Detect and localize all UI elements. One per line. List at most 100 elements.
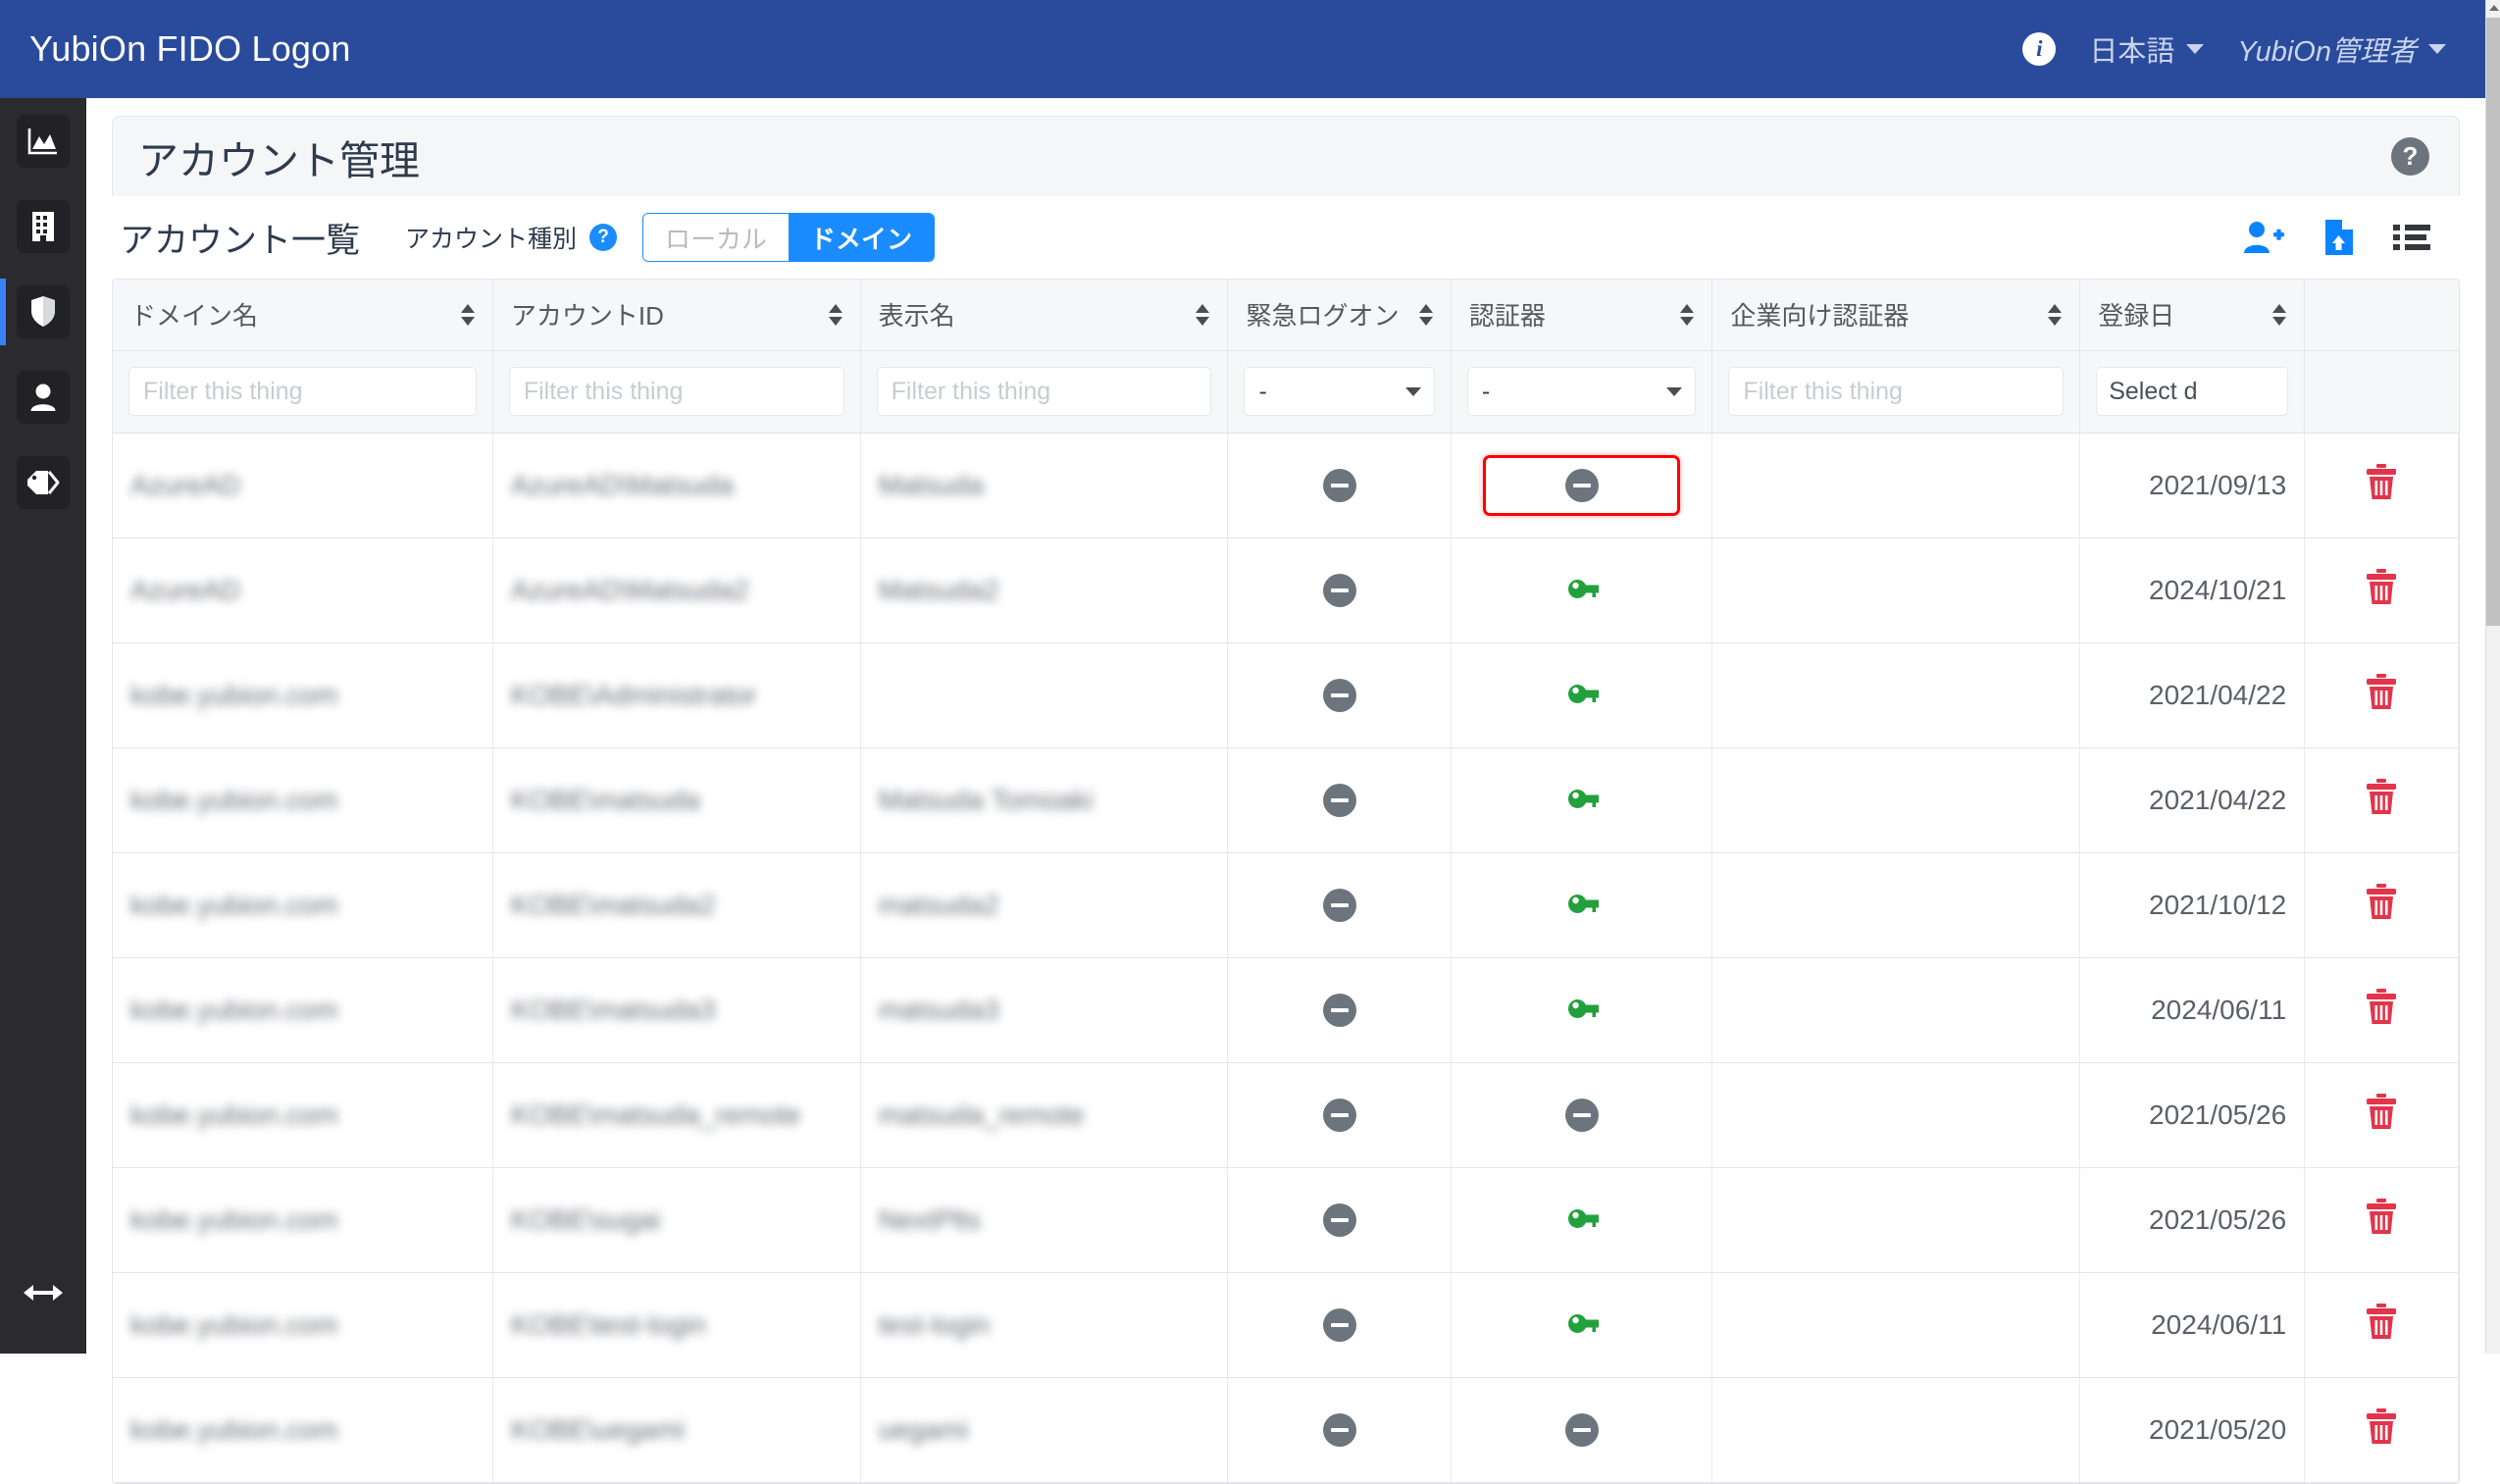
table-row[interactable]: kobe.yubion.com KOBE\matsuda Matsuda Tomoa… (113, 747, 2459, 853)
scrollbar-thumb[interactable] (2486, 18, 2500, 626)
cell-authenticator[interactable] (1451, 1272, 1713, 1378)
table-row[interactable]: AzureAD AzureAD\Matsuda2 Matsuda2 2024/10/2… (113, 537, 2459, 643)
sidebar-item-security[interactable] (0, 269, 86, 354)
emergency-logon-indicator[interactable] (1246, 643, 1432, 747)
cell-authenticator[interactable] (1451, 1167, 1713, 1273)
cell-delete[interactable] (2304, 1377, 2459, 1483)
delete-row-button[interactable] (2365, 1199, 2398, 1241)
column-header-display-name[interactable]: 表示名 (860, 280, 1229, 351)
cell-emergency-logon[interactable] (1227, 1062, 1452, 1168)
emergency-logon-indicator[interactable] (1246, 434, 1432, 537)
account-type-help-icon[interactable]: ? (589, 224, 618, 251)
cell-authenticator[interactable] (1451, 957, 1713, 1063)
column-header-domain[interactable]: ドメイン名 (113, 280, 493, 351)
filter-date-registration-date[interactable]: Select d (2096, 367, 2289, 416)
cell-delete[interactable] (2304, 852, 2459, 958)
sort-arrows-icon[interactable] (828, 303, 842, 326)
delete-row-button[interactable] (2365, 1094, 2398, 1136)
delete-row-button[interactable] (2365, 779, 2398, 821)
toggle-domain-button[interactable]: ドメイン (789, 214, 935, 261)
filter-select-emergency-logon[interactable]: - (1244, 367, 1435, 416)
sort-arrows-icon[interactable] (460, 303, 475, 326)
emergency-logon-indicator[interactable] (1246, 853, 1432, 957)
page-scrollbar[interactable] (2485, 0, 2500, 1354)
column-header-registration-date[interactable]: 登録日 (2079, 280, 2306, 351)
emergency-logon-indicator[interactable] (1246, 538, 1432, 642)
filter-input-account-id[interactable] (508, 367, 844, 416)
sidebar-collapse-button[interactable] (0, 1263, 86, 1322)
column-header-authenticator[interactable]: 認証器 (1451, 280, 1713, 351)
filter-input-domain[interactable] (128, 367, 477, 416)
delete-row-button[interactable] (2365, 884, 2398, 926)
cell-delete[interactable] (2304, 1062, 2459, 1168)
authenticator-indicator[interactable] (1469, 1168, 1695, 1272)
cell-authenticator[interactable] (1451, 642, 1713, 748)
cell-delete[interactable] (2304, 537, 2459, 643)
toggle-local-button[interactable]: ローカル (643, 214, 790, 261)
authenticator-indicator[interactable] (1469, 1378, 1695, 1482)
cell-authenticator[interactable] (1451, 433, 1713, 538)
cell-emergency-logon[interactable] (1227, 642, 1452, 748)
sidebar-item-dashboard[interactable] (0, 98, 86, 183)
cell-authenticator[interactable] (1451, 537, 1713, 643)
column-header-enterprise-authenticator[interactable]: 企業向け認証器 (1711, 280, 2081, 351)
highlighted-authenticator-cell[interactable] (1482, 454, 1681, 516)
cell-authenticator[interactable] (1451, 852, 1713, 958)
cell-emergency-logon[interactable] (1227, 852, 1452, 958)
delete-row-button[interactable] (2365, 1304, 2398, 1346)
column-header-emergency-logon[interactable]: 緊急ログオン (1227, 280, 1452, 351)
filter-input-enterprise-authenticator[interactable] (1728, 367, 2065, 416)
table-row[interactable]: kobe.yubion.com KOBE\Administrator 2021/04… (113, 642, 2459, 748)
filter-select-authenticator[interactable]: - (1466, 367, 1697, 416)
authenticator-indicator[interactable] (1469, 958, 1695, 1062)
cell-delete[interactable] (2304, 1167, 2459, 1273)
authenticator-indicator[interactable] (1469, 1063, 1695, 1167)
cell-emergency-logon[interactable] (1227, 433, 1452, 538)
emergency-logon-indicator[interactable] (1246, 958, 1432, 1062)
cell-authenticator[interactable] (1451, 747, 1713, 853)
table-row[interactable]: kobe.yubion.com KOBE\matsuda2 matsuda2 2021… (113, 852, 2459, 958)
import-file-button[interactable] (2323, 219, 2354, 256)
delete-row-button[interactable] (2365, 989, 2398, 1031)
sort-arrows-icon[interactable] (2272, 303, 2287, 326)
sidebar-item-accounts[interactable] (0, 354, 86, 439)
page-help-icon[interactable]: ? (2391, 137, 2429, 176)
authenticator-indicator[interactable] (1469, 853, 1695, 957)
cell-emergency-logon[interactable] (1227, 1377, 1452, 1483)
authenticator-indicator[interactable] (1469, 748, 1695, 852)
column-list-button[interactable] (2393, 223, 2430, 252)
scroll-up-arrow-icon[interactable] (2486, 0, 2500, 16)
sort-arrows-icon[interactable] (2048, 303, 2063, 326)
column-header-account-id[interactable]: アカウントID (492, 280, 861, 351)
sort-arrows-icon[interactable] (1196, 303, 1210, 326)
delete-row-button[interactable] (2365, 464, 2398, 506)
sidebar-item-tags[interactable] (0, 439, 86, 525)
table-row[interactable]: kobe.yubion.com KOBE\matsuda3 matsuda3 2024… (113, 957, 2459, 1063)
table-row[interactable]: kobe.yubion.com KOBE\sugai NextPlts 2021/05… (113, 1167, 2459, 1273)
filter-input-display-name[interactable] (876, 367, 1212, 416)
authenticator-indicator[interactable] (1469, 643, 1695, 747)
emergency-logon-indicator[interactable] (1246, 1378, 1432, 1482)
authenticator-indicator[interactable] (1469, 538, 1695, 642)
language-selector[interactable]: 日本語 (2089, 28, 2205, 70)
emergency-logon-indicator[interactable] (1246, 1273, 1432, 1377)
cell-delete[interactable] (2304, 1272, 2459, 1378)
table-row[interactable]: kobe.yubion.com KOBE\matsuda_remote matsud… (113, 1062, 2459, 1168)
authenticator-indicator[interactable] (1469, 1273, 1695, 1377)
delete-row-button[interactable] (2365, 1408, 2398, 1451)
sort-arrows-icon[interactable] (1418, 303, 1433, 326)
add-user-button[interactable] (2243, 221, 2284, 254)
table-row[interactable]: kobe.yubion.com KOBE\test-login test-login… (113, 1272, 2459, 1378)
cell-emergency-logon[interactable] (1227, 537, 1452, 643)
sort-arrows-icon[interactable] (1680, 303, 1695, 326)
cell-delete[interactable] (2304, 957, 2459, 1063)
cell-emergency-logon[interactable] (1227, 957, 1452, 1063)
cell-emergency-logon[interactable] (1227, 1167, 1452, 1273)
cell-emergency-logon[interactable] (1227, 1272, 1452, 1378)
cell-authenticator[interactable] (1451, 1377, 1713, 1483)
user-menu[interactable]: YubiOn管理者 (2237, 28, 2446, 70)
table-row[interactable]: AzureAD AzureAD\Matsuda Matsuda 2021/09/13 (113, 433, 2459, 538)
emergency-logon-indicator[interactable] (1246, 748, 1432, 852)
cell-authenticator[interactable] (1451, 1062, 1713, 1168)
info-icon[interactable]: i (2022, 32, 2057, 66)
